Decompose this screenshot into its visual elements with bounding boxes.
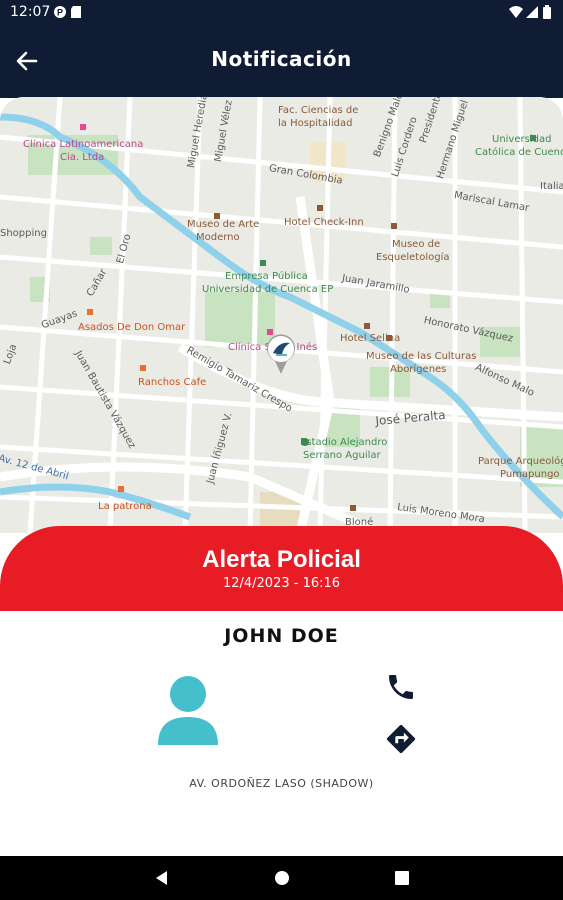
- alert-banner: Alerta Policial 12/4/2023 - 16:16: [0, 526, 563, 611]
- call-button[interactable]: [385, 671, 417, 703]
- sd-card-icon: [71, 6, 81, 18]
- map-label: Universidad de Cuenca EP: [202, 284, 334, 295]
- notification-detail: JOHN DOE AV. ORDOÑEZ LASO (SHADOW): [0, 611, 563, 856]
- system-nav-bar: [0, 856, 563, 900]
- map-label: Clínica Latinoamericana: [23, 139, 144, 150]
- map-label: Hotel Check-Inn: [284, 217, 364, 228]
- nav-home-button[interactable]: [272, 868, 292, 888]
- map-label: Shopping: [0, 228, 47, 239]
- location-marker[interactable]: [265, 333, 297, 375]
- map-label: Museo de: [392, 239, 441, 250]
- map-label: Museo de las Culturas: [366, 351, 477, 362]
- app-bar: Notificación: [0, 24, 563, 98]
- page-title: Notificación: [211, 47, 352, 71]
- status-left-icons: P: [54, 5, 88, 24]
- wifi-icon: [509, 6, 523, 18]
- avatar: [157, 675, 219, 747]
- app-notification-icon: P: [54, 6, 66, 18]
- nav-recents-button[interactable]: [392, 868, 412, 888]
- map-label: Ranchos Cafe: [138, 377, 207, 388]
- svg-text:P: P: [57, 8, 63, 18]
- map-label: Estadio Alejandro: [300, 437, 388, 448]
- map-view[interactable]: Fac. Ciencias de la Hospitalidad Univers…: [0, 97, 563, 533]
- status-right-icons: [509, 5, 555, 24]
- map-label: Serrano Aguilar: [303, 450, 381, 461]
- map-label: Pumapungo: [500, 469, 560, 480]
- map-label: Esqueletología: [376, 252, 450, 263]
- map-pin-icon: [267, 334, 295, 374]
- map-label: Católica de Cuenca: [475, 147, 563, 158]
- alert-datetime: 12/4/2023 - 16:16: [222, 576, 341, 591]
- recents-square-icon: [395, 871, 409, 885]
- battery-icon: [543, 5, 551, 19]
- alert-title: Alerta Policial: [202, 546, 361, 573]
- person-icon: [158, 676, 218, 745]
- directions-icon: [386, 724, 416, 754]
- signal-icon: [526, 6, 538, 18]
- map-label: Museo de Arte: [187, 219, 260, 230]
- nav-back-button[interactable]: [152, 868, 172, 888]
- map-label: Parque Arqueológico: [478, 456, 563, 467]
- status-bar: 12:07 P: [0, 0, 563, 24]
- map-label: La patrona: [98, 501, 152, 512]
- map-label: la Hospitalidad: [278, 118, 353, 129]
- phone-icon: [389, 675, 413, 699]
- map-label: Aborígenes: [390, 364, 447, 375]
- map-label: Asados De Don Omar: [78, 322, 186, 333]
- directions-button[interactable]: [384, 722, 418, 756]
- person-name: JOHN DOE: [224, 625, 339, 647]
- home-circle-icon: [275, 871, 289, 885]
- status-time: 12:07: [10, 4, 51, 20]
- map-label: Fac. Ciencias de: [278, 105, 359, 116]
- back-triangle-icon: [156, 871, 167, 885]
- map-label: Cia. Ltda: [60, 152, 105, 163]
- map-label: Universidad: [492, 134, 552, 145]
- map-label: Hotel Selina: [340, 333, 401, 344]
- map-label: Empresa Pública: [225, 271, 308, 282]
- map-label: Moderno: [196, 232, 240, 243]
- address-text: AV. ORDOÑEZ LASO (SHADOW): [189, 777, 374, 790]
- map-label: Italia: [540, 181, 563, 192]
